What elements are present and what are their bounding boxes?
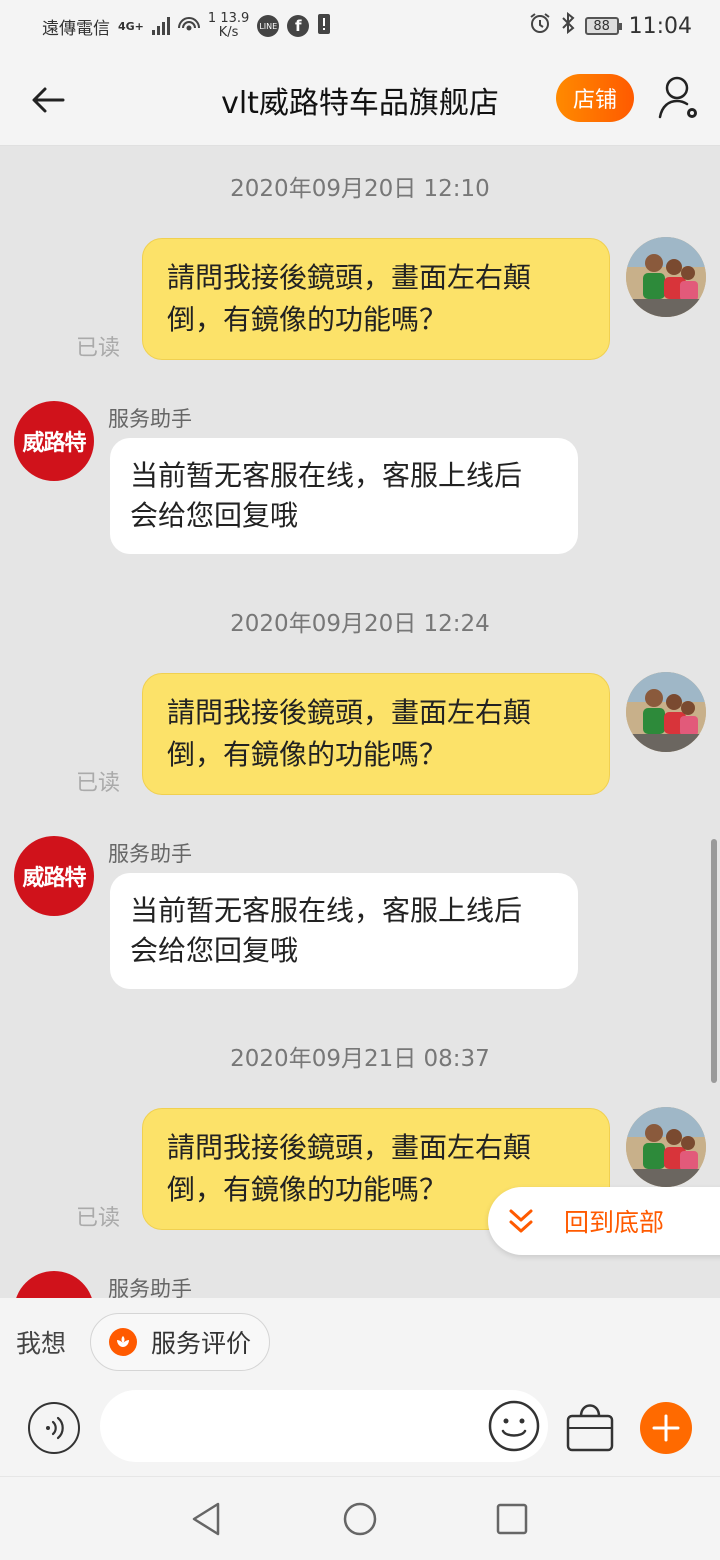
sender-name: 服务助手 [108, 1277, 192, 1298]
battery-level: 88 [593, 18, 610, 34]
message-line: 当前暂无客服在线，客服上线后 [130, 459, 523, 492]
quick-actions-bar: 我想 服务评价 [0, 1298, 720, 1386]
products-button[interactable] [564, 1398, 616, 1454]
quick-actions-label: 我想 [16, 1329, 67, 1358]
photo-avatar [626, 237, 706, 317]
outgoing-message[interactable]: 請問我接後鏡頭，畫面左右顛 倒，有鏡像的功能嗎？ [142, 673, 610, 795]
shop-name: vlt威路特车品旗舰店 [221, 86, 499, 121]
photo-avatar [626, 1107, 706, 1187]
chat-message-list[interactable]: 2020年09月20日 12:10 已读 請問我接後鏡頭，畫面左右顛 倒，有鏡像… [0, 147, 720, 1298]
incoming-message[interactable]: 当前暂无客服在线，客服上线后 会给您回复哦 [110, 873, 578, 989]
message-line: 会给您回复哦 [130, 934, 299, 967]
input-bar [0, 1386, 720, 1476]
alert-icon [317, 13, 331, 40]
service-rating-chip[interactable]: 服务评价 [90, 1313, 271, 1371]
double-chevron-down-icon [509, 1209, 533, 1233]
sender-name: 服务助手 [108, 842, 192, 866]
circle-home-icon [343, 1502, 377, 1536]
back-to-bottom-label: 回到底部 [564, 1208, 665, 1237]
shop-avatar-text: 威路特 [22, 431, 86, 456]
flower-icon [109, 1328, 138, 1356]
chat-header: vlt威路特车品旗舰店 店铺 [0, 52, 720, 146]
voice-input-button[interactable] [28, 1402, 80, 1454]
message-line: 倒，有鏡像的功能嗎？ [167, 738, 448, 771]
message-line: 倒，有鏡像的功能嗎？ [167, 303, 448, 336]
shop-avatar-text: 威路特 [22, 866, 86, 891]
nav-back-button[interactable] [186, 1499, 226, 1539]
square-recents-icon [496, 1503, 528, 1535]
emoji-button[interactable] [488, 1400, 540, 1452]
my-avatar[interactable] [626, 672, 706, 752]
message-input[interactable] [100, 1390, 548, 1462]
message-line: 当前暂无客服在线，客服上线后 [130, 894, 523, 927]
user-settings-button[interactable] [654, 72, 704, 124]
sender-name: 服务助手 [108, 407, 192, 431]
facebook-icon: f [287, 15, 310, 37]
outgoing-message[interactable]: 請問我接後鏡頭，畫面左右顛 倒，有鏡像的功能嗎？ [142, 238, 610, 360]
nav-recents-button[interactable] [492, 1499, 532, 1539]
speed-unit: K/s [218, 25, 239, 40]
system-navigation-bar [0, 1476, 720, 1560]
plus-icon [652, 1414, 680, 1442]
message-timestamp: 2020年09月20日 12:24 [230, 611, 490, 637]
signal-icon [151, 17, 170, 35]
scrollbar[interactable] [711, 839, 717, 1083]
message-timestamp: 2020年09月20日 12:10 [230, 176, 490, 202]
hotspot-icon [177, 14, 200, 39]
network-type: 4G+ [118, 19, 144, 33]
nav-home-button[interactable] [340, 1499, 380, 1539]
message-line: 請問我接後鏡頭，畫面左右顛 [167, 261, 532, 294]
shop-avatar[interactable]: 威路特 [14, 401, 94, 481]
battery-icon: 88 [584, 17, 622, 35]
incoming-message[interactable]: 当前暂无客服在线，客服上线后 会给您回复哦 [110, 438, 578, 554]
back-arrow-icon [32, 87, 65, 113]
shop-avatar[interactable]: 威路特 [14, 836, 94, 916]
message-line: 請問我接後鏡頭，畫面左右顛 [167, 1131, 532, 1164]
more-actions-button[interactable] [640, 1402, 692, 1454]
my-avatar[interactable] [626, 237, 706, 317]
message-timestamp: 2020年09月21日 08:37 [230, 1046, 490, 1072]
user-settings-icon [658, 76, 697, 119]
back-button[interactable] [26, 78, 70, 122]
voice-icon [46, 1416, 64, 1440]
smiley-icon [488, 1400, 540, 1452]
read-status: 已读 [76, 771, 121, 796]
my-avatar[interactable] [626, 1107, 706, 1187]
message-line: 会给您回复哦 [130, 499, 299, 532]
service-rating-label: 服务评价 [151, 1329, 252, 1358]
speed-value: 13.9 [220, 11, 250, 26]
read-status: 已读 [76, 1206, 121, 1231]
carrier-name: 遠傳電信 [42, 18, 110, 39]
clock: 11:04 [628, 13, 692, 39]
shopping-bag-icon [566, 1404, 614, 1452]
network-speed: 1 13.9 K/s [208, 12, 249, 40]
read-status: 已读 [76, 336, 121, 361]
message-line: 請問我接後鏡頭，畫面左右顛 [167, 696, 532, 729]
shop-button[interactable]: 店铺 [556, 74, 634, 122]
speed-prefix: 1 [207, 11, 217, 26]
back-to-bottom-button[interactable]: 回到底部 [488, 1187, 720, 1255]
status-bar: 遠傳電信 4G+ 1 13.9 K/s LINE f 88 11:04 [0, 0, 720, 52]
triangle-back-icon [192, 1502, 220, 1536]
line-icon: LINE [257, 15, 280, 37]
photo-avatar [626, 672, 706, 752]
status-left: 遠傳電信 4G+ 1 13.9 K/s LINE f [42, 12, 331, 40]
status-right: 88 11:04 [529, 11, 692, 40]
bluetooth-icon [561, 11, 575, 40]
shop-avatar[interactable]: 威路特 [14, 1271, 94, 1298]
alarm-icon [529, 12, 551, 40]
